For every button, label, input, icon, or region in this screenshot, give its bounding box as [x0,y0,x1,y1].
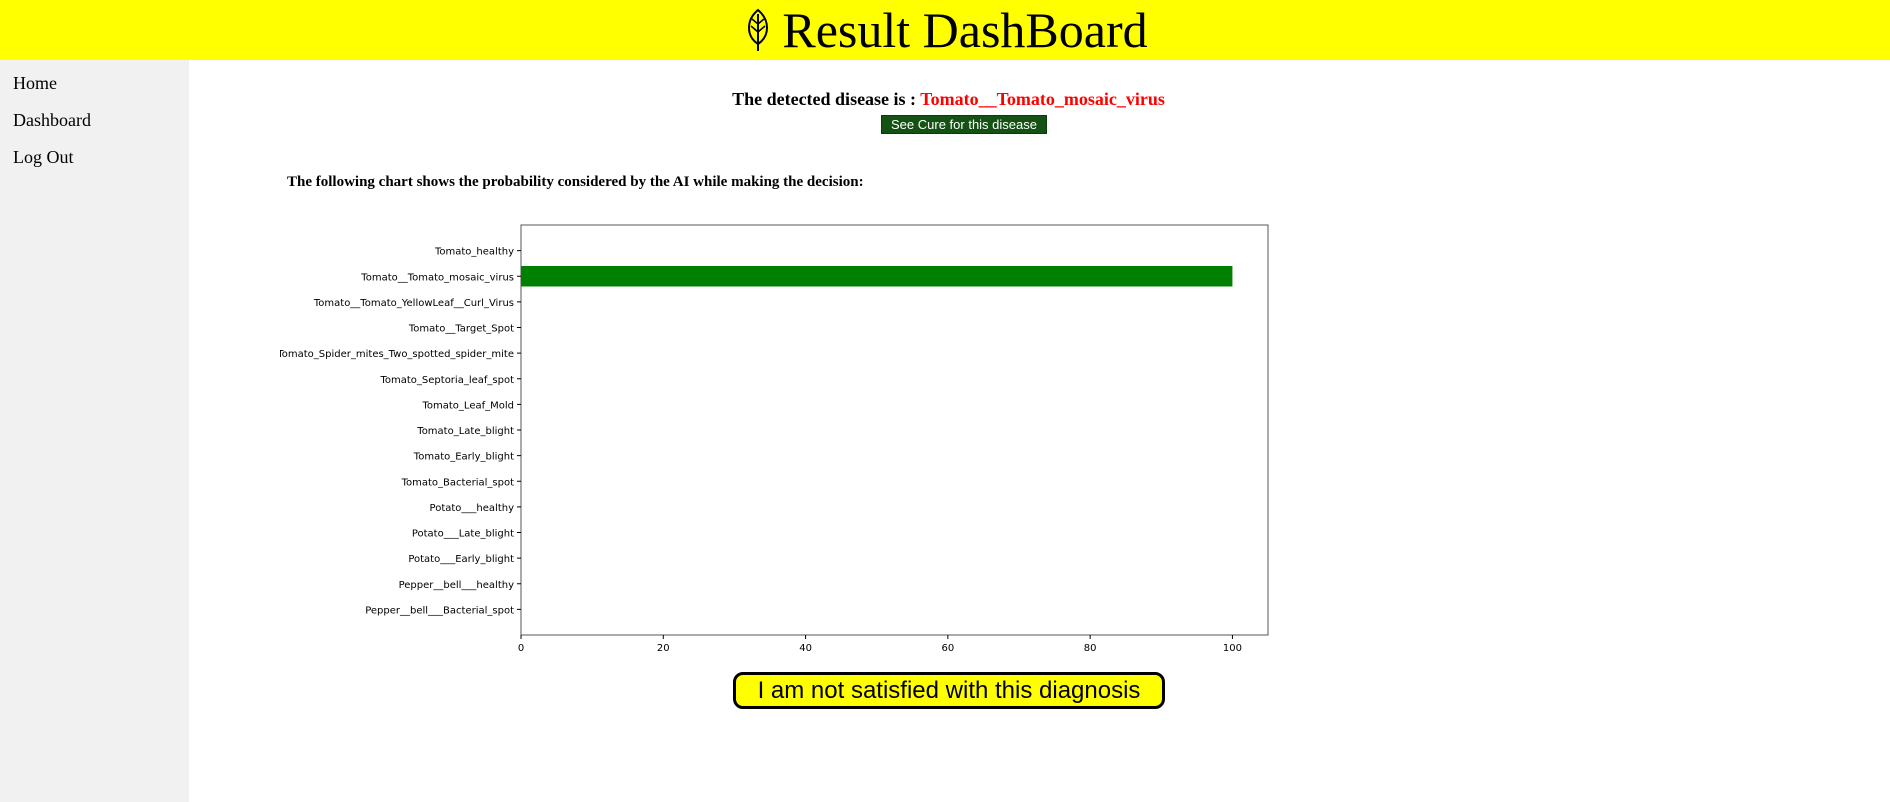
header-title-group: Result DashBoard [742,0,1148,60]
chart-intro-text: The following chart shows the probabilit… [287,174,864,190]
sidebar-item-logout[interactable]: Log Out [0,139,189,176]
y-tick-label: Tomato_Bacterial_spot [401,477,514,488]
y-tick-label: Potato___healthy [430,503,515,514]
see-cure-button[interactable]: See Cure for this disease [881,115,1047,134]
y-tick-label: Tomato_Late_blight [416,426,514,437]
x-tick-label: 80 [1084,643,1097,654]
x-tick-label: 100 [1223,643,1242,654]
y-tick-label: Tomato__Tomato_mosaic_virus [360,272,514,283]
header-bar: Result DashBoard [0,0,1890,60]
x-tick-label: 60 [941,643,954,654]
y-tick-label: Tomato_healthy [434,247,514,258]
sidebar: Home Dashboard Log Out [0,60,189,802]
x-tick-label: 40 [799,643,812,654]
y-tick-label: Pepper__bell___healthy [399,580,514,591]
bar-Tomato__Tomato_mosaic_virus [521,266,1233,287]
detected-disease-name: Tomato__Tomato_mosaic_virus [920,89,1165,109]
y-tick-label: Tomato__Target_Spot [408,324,514,335]
not-satisfied-button[interactable]: I am not satisfied with this diagnosis [733,672,1165,709]
y-tick-label: Tomato__Tomato_YellowLeaf__Curl_Virus [313,298,514,309]
x-tick-label: 20 [657,643,670,654]
sidebar-item-dashboard[interactable]: Dashboard [0,102,189,139]
y-tick-label: Potato___Late_blight [412,529,514,540]
leaf-icon [748,8,769,51]
detected-disease-line: The detected disease is : Tomato__Tomato… [189,89,1708,110]
y-tick-label: Tomato_Septoria_leaf_spot [379,375,514,386]
y-tick-label: Tomato_Early_blight [413,452,514,463]
detected-disease-prefix: The detected disease is : [732,89,921,109]
probability-chart: Tomato_healthy Tomato__Tomato_mosaic_viru… [280,224,1269,654]
page-title: Result DashBoard [782,2,1148,58]
y-tick-label: Tomato_Leaf_Mold [421,400,514,411]
x-tick-label: 0 [518,643,524,654]
y-tick-label: Potato___Early_blight [408,554,514,565]
y-tick-label: Pepper__bell___Bacterial_spot [365,605,514,616]
y-tick-label: Tomato_Spider_mites_Two_spotted_spider_m… [280,349,514,360]
sidebar-item-home[interactable]: Home [0,65,189,102]
